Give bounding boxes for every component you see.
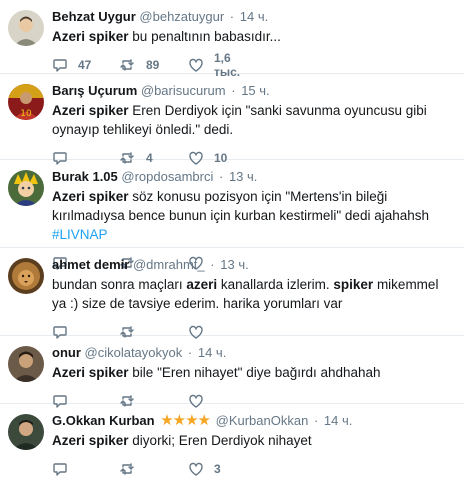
- like-icon: [189, 58, 203, 72]
- user-name[interactable]: Barış Uçurum: [52, 83, 137, 98]
- avatar[interactable]: [8, 170, 44, 206]
- tweet-header: ahmet demir @dmrahmt_ · 13 ч.: [52, 256, 454, 273]
- svg-text:10: 10: [20, 109, 32, 119]
- separator: ·: [187, 345, 193, 360]
- timestamp[interactable]: 14 ч.: [240, 9, 268, 24]
- tweet-header: Barış Uçurum @barisucurum · 15 ч.: [52, 82, 454, 99]
- avatar[interactable]: [8, 414, 44, 450]
- tweet-text: Azeri spiker bile "Eren nihayet" diye ba…: [52, 363, 454, 382]
- user-handle[interactable]: @KurbanOkkan: [216, 413, 309, 428]
- tweet-text-bold: Azeri spiker: [52, 433, 129, 448]
- reply-button[interactable]: [52, 461, 120, 477]
- user-name[interactable]: Burak 1.05: [52, 169, 118, 184]
- separator: ·: [229, 9, 235, 24]
- like-button[interactable]: 3: [188, 461, 256, 477]
- tweet-text-part: kanallarda izlerim.: [217, 277, 334, 292]
- tweet-text-body: bu penaltının babasıdır...: [128, 29, 281, 44]
- tweet-item[interactable]: Behzat Uygur @behzatuygur · 14 ч. Azeri …: [0, 0, 464, 79]
- reply-icon: [53, 59, 67, 72]
- tweet-header: Behzat Uygur @behzatuygur · 14 ч.: [52, 8, 454, 25]
- tweet-text: Azeri spiker söz konusu pozisyon için "M…: [52, 187, 454, 244]
- user-handle[interactable]: @ropdosambrci: [121, 169, 213, 184]
- user-name[interactable]: Behzat Uygur: [52, 9, 136, 24]
- tweet-text-bold: Azeri spiker: [52, 365, 129, 380]
- separator: ·: [231, 83, 236, 98]
- hashtag-link[interactable]: #LIVNAP: [52, 227, 108, 242]
- tweet-header: onur @cikolatayokyok · 14 ч.: [52, 344, 454, 361]
- tweet-actions: 3: [52, 456, 454, 482]
- retweet-button[interactable]: [120, 461, 188, 477]
- tweet-item[interactable]: G.Okkan Kurban ★★★★ @KurbanOkkan · 14 ч.…: [0, 404, 464, 482]
- separator: ·: [313, 413, 319, 428]
- reply-icon: [53, 463, 67, 476]
- like-count: 3: [214, 462, 221, 476]
- user-name[interactable]: ahmet demir: [52, 257, 129, 272]
- avatar[interactable]: 10: [8, 84, 44, 120]
- timestamp[interactable]: 13 ч.: [220, 257, 248, 272]
- tweet-text-part: bundan sonra maçları: [52, 277, 187, 292]
- avatar[interactable]: [8, 346, 44, 382]
- tweet-text-bold: Azeri spiker: [52, 29, 129, 44]
- tweet-header: G.Okkan Kurban ★★★★ @KurbanOkkan · 14 ч.: [52, 412, 454, 429]
- retweet-icon: [120, 59, 134, 71]
- separator: ·: [218, 169, 224, 184]
- user-name[interactable]: G.Okkan Kurban: [52, 413, 155, 428]
- retweet-icon: [120, 463, 134, 475]
- tweet-item[interactable]: 10 Barış Uçurum @barisucurum · 15 ч. Aze…: [0, 74, 464, 165]
- tweet-feed: Behzat Uygur @behzatuygur · 14 ч. Azeri …: [0, 0, 464, 482]
- tweet-header: Burak 1.05 @ropdosambrci · 13 ч.: [52, 168, 454, 185]
- tweet-item[interactable]: ahmet demir @dmrahmt_ · 13 ч. bundan son…: [0, 248, 464, 339]
- retweet-button[interactable]: 89: [120, 57, 188, 73]
- reply-button[interactable]: 47: [52, 57, 120, 73]
- tweet-item[interactable]: Burak 1.05 @ropdosambrci · 13 ч. Azeri s…: [0, 160, 464, 270]
- tweet-text: Azeri spiker diyorki; Eren Derdiyok niha…: [52, 431, 454, 450]
- user-handle[interactable]: @cikolatayokyok: [85, 345, 183, 360]
- tweet-text-bold: Azeri spiker: [52, 103, 129, 118]
- timestamp[interactable]: 15 ч.: [241, 83, 269, 98]
- tweet-text-body: diyorki; Eren Derdiyok nihayet: [128, 433, 312, 448]
- tweet-text-body: bile "Eren nihayet" diye bağırdı ahdhaha…: [128, 365, 381, 380]
- tweet-text: bundan sonra maçları azeri kanallarda iz…: [52, 275, 454, 313]
- avatar[interactable]: [8, 10, 44, 46]
- user-name[interactable]: onur: [52, 345, 81, 360]
- stars-emoji: ★★★★: [160, 412, 211, 429]
- avatar[interactable]: [8, 258, 44, 294]
- separator: ·: [210, 257, 215, 272]
- tweet-text-bold: Azeri spiker: [52, 189, 129, 204]
- timestamp[interactable]: 14 ч.: [198, 345, 226, 360]
- tweet-text: Azeri spiker Eren Derdiyok için "sanki s…: [52, 101, 454, 139]
- timestamp[interactable]: 14 ч.: [324, 413, 352, 428]
- tweet-text-bold: spiker: [333, 277, 374, 292]
- reply-count: 47: [78, 58, 92, 72]
- tweet-item[interactable]: onur @cikolatayokyok · 14 ч. Azeri spike…: [0, 336, 464, 408]
- user-handle[interactable]: @dmrahmt_: [133, 257, 205, 272]
- retweet-count: 89: [146, 58, 160, 72]
- tweet-text: Azeri spiker bu penaltının babasıdır...: [52, 27, 454, 46]
- user-handle[interactable]: @behzatuygur: [139, 9, 224, 24]
- like-icon: [189, 462, 203, 476]
- user-handle[interactable]: @barisucurum: [141, 83, 226, 98]
- tweet-text-bold: azeri: [186, 277, 218, 292]
- timestamp[interactable]: 13 ч.: [229, 169, 257, 184]
